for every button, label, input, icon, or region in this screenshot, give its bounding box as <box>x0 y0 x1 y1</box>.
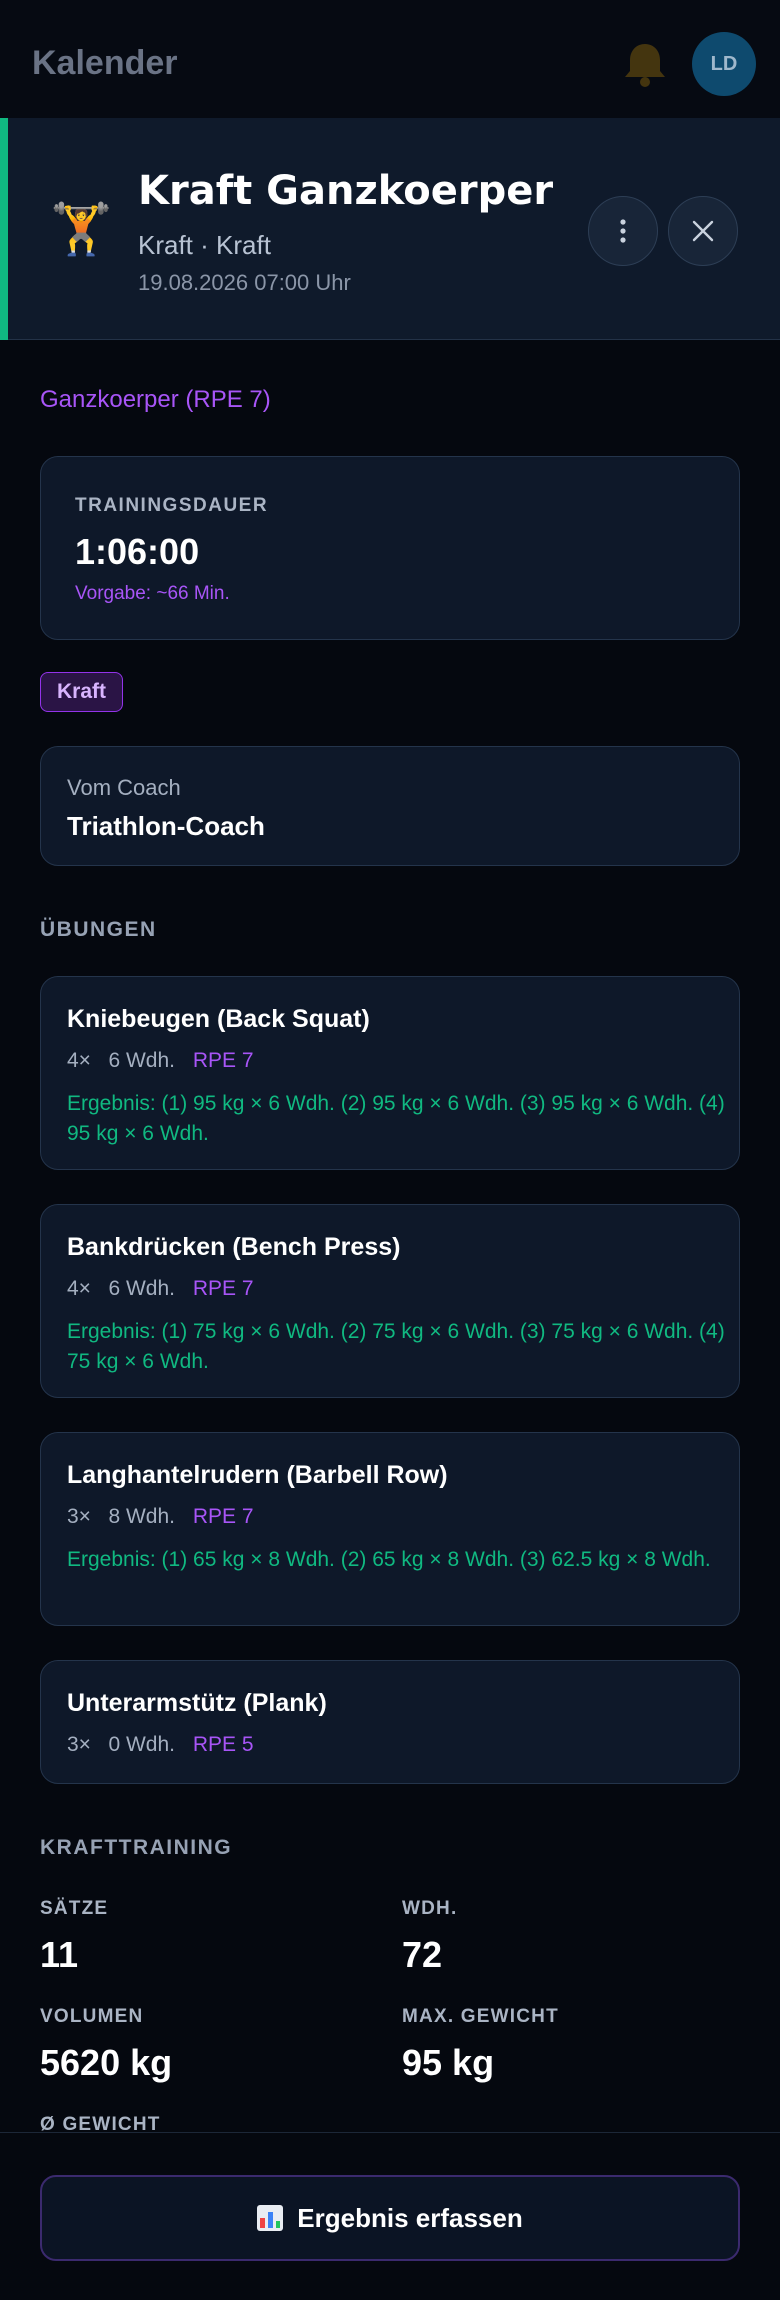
exercise-prescription: 4× 6 Wdh. RPE 7 <box>67 1049 254 1073</box>
exercise-rpe: RPE 7 <box>192 1505 254 1528</box>
exercise-reps: 6 Wdh. <box>108 1049 175 1072</box>
workout-header: 🏋️ Kraft Ganzkoerper Kraft · Kraft 19.08… <box>0 118 780 340</box>
stat-value: 11 <box>40 1934 79 1975</box>
weightlifter-icon: 🏋️ <box>50 201 113 257</box>
close-button[interactable] <box>668 196 738 266</box>
exercise-card[interactable]: Unterarmstütz (Plank) 3× 0 Wdh. RPE 5 <box>40 1660 740 1784</box>
duration-label: TRAININGSDAUER <box>75 495 269 516</box>
more-options-button[interactable] <box>588 196 658 266</box>
stat-value: 5620 kg <box>40 2042 173 2083</box>
exercise-reps: 8 Wdh. <box>108 1505 175 1528</box>
stat-label: VOLUMEN <box>40 2006 144 2027</box>
duration-card: TRAININGSDAUER 1:06:00 Vorgabe: ~66 Min. <box>40 456 740 640</box>
category-tag: Kraft <box>40 672 124 712</box>
app-top-bar: Kalender LD <box>0 0 780 118</box>
app-title: Kalender <box>32 44 178 82</box>
record-result-button[interactable]: Ergebnis erfassen <box>40 2175 740 2261</box>
more-vertical-icon <box>620 219 626 243</box>
strength-section-title: KRAFTTRAINING <box>40 1836 233 1859</box>
bell-icon[interactable] <box>622 40 668 88</box>
exercise-sets: 3× <box>67 1733 91 1756</box>
coach-name: Triathlon-Coach <box>67 811 265 841</box>
stat-label: WDH. <box>402 1898 458 1919</box>
exercise-sets: 4× <box>67 1049 91 1072</box>
exercise-name: Unterarmstütz (Plank) <box>67 1689 327 1717</box>
workout-focus[interactable]: Ganzkoerper (RPE 7) <box>40 386 271 414</box>
coach-card: Vom Coach Triathlon-Coach <box>40 746 740 866</box>
avatar[interactable]: LD <box>692 32 756 96</box>
duration-value: 1:06:00 <box>75 531 200 572</box>
exercise-reps: 6 Wdh. <box>108 1277 175 1300</box>
exercise-reps: 0 Wdh. <box>108 1733 175 1756</box>
exercise-prescription: 3× 8 Wdh. RPE 7 <box>67 1505 254 1529</box>
exercise-rpe: RPE 7 <box>192 1277 254 1300</box>
exercise-card[interactable]: Bankdrücken (Bench Press) 4× 6 Wdh. RPE … <box>40 1204 740 1398</box>
exercise-sets: 3× <box>67 1505 91 1528</box>
stat-value: 95 kg <box>402 2042 495 2083</box>
exercise-result: Ergebnis: (1) 95 kg × 6 Wdh. (2) 95 kg ×… <box>67 1092 725 1145</box>
exercises-section-title: ÜBUNGEN <box>40 918 157 941</box>
workout-title: Kraft Ganzkoerper <box>138 168 554 214</box>
stat-label: MAX. GEWICHT <box>402 2006 559 2027</box>
exercise-prescription: 4× 6 Wdh. RPE 7 <box>67 1277 254 1301</box>
workout-datetime: 19.08.2026 07:00 Uhr <box>138 270 351 295</box>
category-accent-bar <box>0 118 8 340</box>
exercise-rpe: RPE 5 <box>192 1733 254 1756</box>
exercise-name: Bankdrücken (Bench Press) <box>67 1233 401 1261</box>
bar-chart-icon <box>257 2205 284 2231</box>
coach-label: Vom Coach <box>67 775 181 800</box>
exercise-result: Ergebnis: (1) 75 kg × 6 Wdh. (2) 75 kg ×… <box>67 1320 725 1373</box>
exercise-name: Kniebeugen (Back Squat) <box>67 1005 370 1033</box>
stat-label: SÄTZE <box>40 1898 109 1919</box>
duration-target: Vorgabe: ~66 Min. <box>75 583 230 604</box>
sheet-footer: Ergebnis erfassen <box>0 2132 780 2300</box>
exercise-result: Ergebnis: (1) 65 kg × 8 Wdh. (2) 65 kg ×… <box>67 1548 711 1571</box>
exercise-card[interactable]: Langhantelrudern (Barbell Row) 3× 8 Wdh.… <box>40 1432 740 1626</box>
record-result-label: Ergebnis erfassen <box>297 2202 523 2233</box>
workout-category: Kraft · Kraft <box>138 230 271 260</box>
exercise-prescription: 3× 0 Wdh. RPE 5 <box>67 1733 254 1757</box>
exercise-name: Langhantelrudern (Barbell Row) <box>67 1461 448 1489</box>
exercise-card[interactable]: Kniebeugen (Back Squat) 4× 6 Wdh. RPE 7 … <box>40 976 740 1170</box>
exercise-rpe: RPE 7 <box>192 1049 254 1072</box>
stat-value: 72 <box>402 1934 443 1975</box>
close-icon <box>692 220 714 242</box>
exercise-sets: 4× <box>67 1277 91 1300</box>
